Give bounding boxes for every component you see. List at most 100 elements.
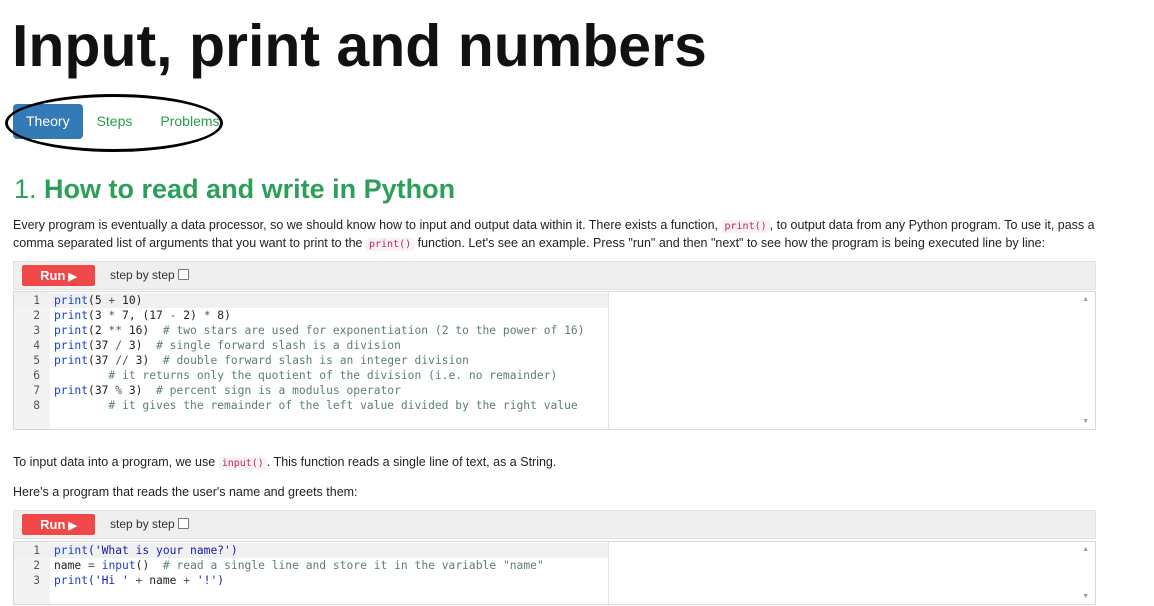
code-line: 1 print(5 + 10): [14, 293, 608, 308]
code-line: 3 print('Hi ' + name + '!'): [14, 573, 608, 588]
code-token: 8): [210, 309, 231, 322]
line-number: 2: [33, 309, 40, 322]
code-text: print('What is your name?'): [54, 543, 238, 558]
line-number: 3: [33, 324, 40, 337]
code-token: input: [101, 559, 136, 572]
code-token: (37: [88, 384, 116, 397]
tab-steps[interactable]: Steps: [83, 104, 147, 139]
code-line: 8 # it gives the remainder of the left v…: [14, 398, 608, 413]
code-token: print: [54, 324, 89, 337]
line-number: 8: [33, 399, 40, 412]
line-number: 3: [33, 574, 40, 587]
code-token: ('Hi ': [88, 574, 136, 587]
code-token: (5: [88, 294, 109, 307]
code-token: =: [88, 559, 95, 572]
code-text: print(37 // 3) # double forward slash is…: [54, 353, 469, 368]
code-token: **: [108, 324, 123, 337]
code-token: 2): [176, 309, 204, 322]
code-line: 2 print(3 * 7, (17 - 2) * 8): [14, 308, 608, 323]
tab-bar: Theory Steps Problems: [13, 104, 234, 139]
page-title: Input, print and numbers: [12, 13, 707, 79]
code-text: name = input() # read a single line and …: [54, 558, 544, 573]
section-title: How to read and write in Python: [44, 174, 456, 204]
code-token: (2: [88, 324, 109, 337]
code-token: name: [142, 574, 184, 587]
line-number: 1: [33, 294, 40, 307]
code-token: (): [135, 559, 163, 572]
code-token: *: [203, 309, 211, 322]
code-token: print: [54, 544, 89, 557]
step-by-step-toggle[interactable]: step by step: [110, 268, 189, 282]
code-text: # it gives the remainder of the left val…: [54, 398, 578, 413]
code-text: print(5 + 10): [54, 293, 142, 308]
code-text: print(37 / 3) # single forward slash is …: [54, 338, 401, 353]
code-line: 1 print('What is your name?'): [14, 543, 608, 558]
input-paragraph: To input data into a program, we use inp…: [13, 455, 557, 470]
line-number: 5: [33, 354, 40, 367]
code-line: 4 print(37 / 3) # single forward slash is…: [14, 338, 608, 353]
scroll-up-arrow-icon[interactable]: ▲: [1082, 546, 1089, 553]
scroll-down-arrow-icon[interactable]: ▼: [1082, 418, 1089, 425]
run-button[interactable]: Run ▶: [22, 514, 95, 535]
line-number: 4: [33, 339, 40, 352]
code-token: # read a single line and store it in the…: [162, 559, 544, 572]
pane-divider: [608, 542, 609, 604]
section-number: 1.: [14, 174, 37, 204]
code-text: # it returns only the quotient of the di…: [54, 368, 557, 383]
step-by-step-checkbox[interactable]: [177, 269, 189, 280]
code-text: print(2 ** 16) # two stars are used for …: [54, 323, 585, 338]
code-line: 3 print(2 ** 16) # two stars are used for…: [14, 323, 608, 338]
code-token: print: [54, 339, 89, 352]
code-text: print(3 * 7, (17 - 2) * 8): [54, 308, 231, 323]
line-number: 1: [33, 544, 40, 557]
scroll-down-arrow-icon[interactable]: ▼: [1082, 593, 1089, 600]
code-token: name: [54, 559, 89, 572]
code-toolbar-2: Run ▶ step by step: [13, 510, 1096, 539]
code-line: 2 name = input() # read a single line and…: [14, 558, 608, 573]
line-number: 6: [33, 369, 40, 382]
code-token: 3): [128, 354, 163, 367]
greet-paragraph: Here's a program that reads the user's n…: [13, 485, 358, 499]
code-token: 16): [122, 324, 163, 337]
code-token: print: [54, 309, 89, 322]
code-token: # it gives the remainder of the left val…: [108, 399, 578, 412]
run-button[interactable]: Run ▶: [22, 265, 95, 286]
scroll-up-arrow-icon[interactable]: ▲: [1082, 296, 1089, 303]
tab-theory[interactable]: Theory: [13, 104, 83, 139]
play-icon: ▶: [68, 520, 77, 532]
code-token: (37: [88, 354, 116, 367]
code-token: 3): [122, 384, 157, 397]
code-token: 3): [122, 339, 157, 352]
code-toolbar-1: Run ▶ step by step: [13, 261, 1096, 290]
code-token: print: [54, 384, 89, 397]
code-editor-1[interactable]: ▲ ▼ 1 print(5 + 10) 2 print(3 * 7, (17 - 2)…: [13, 291, 1096, 430]
code-token: # it returns only the quotient of the di…: [108, 369, 558, 382]
code-token: 7, (17: [115, 309, 170, 322]
code-token: # percent sign is a modulus operator: [156, 384, 401, 397]
step-by-step-checkbox[interactable]: [177, 518, 189, 529]
code-line: 7 print(37 % 3) # percent sign is a modul…: [14, 383, 608, 398]
section-heading: 1. How to read and write in Python: [14, 171, 455, 207]
step-by-step-toggle[interactable]: step by step: [110, 517, 189, 531]
code-token: print: [54, 354, 89, 367]
code-token: ('What is your name?'): [88, 544, 238, 557]
code-token: (37: [88, 339, 116, 352]
code-editor-2[interactable]: ▲ ▼ 1 print('What is your name?') 2 name = …: [13, 541, 1096, 605]
code-token: (3: [88, 309, 109, 322]
pane-divider: [608, 292, 609, 429]
inline-code-print: print(): [721, 220, 770, 233]
code-token: //: [115, 354, 129, 367]
code-token: # double forward slash is an integer div…: [162, 354, 469, 367]
inline-code-input: input(): [218, 457, 267, 470]
intro-paragraph: Every program is eventually a data proce…: [13, 218, 1095, 251]
code-token: '!'): [190, 574, 225, 587]
code-token: print: [54, 294, 89, 307]
tab-problems[interactable]: Problems: [146, 104, 233, 139]
line-number: 2: [33, 559, 40, 572]
code-token: 10): [115, 294, 143, 307]
code-token: print: [54, 574, 89, 587]
code-text: print('Hi ' + name + '!'): [54, 573, 224, 588]
